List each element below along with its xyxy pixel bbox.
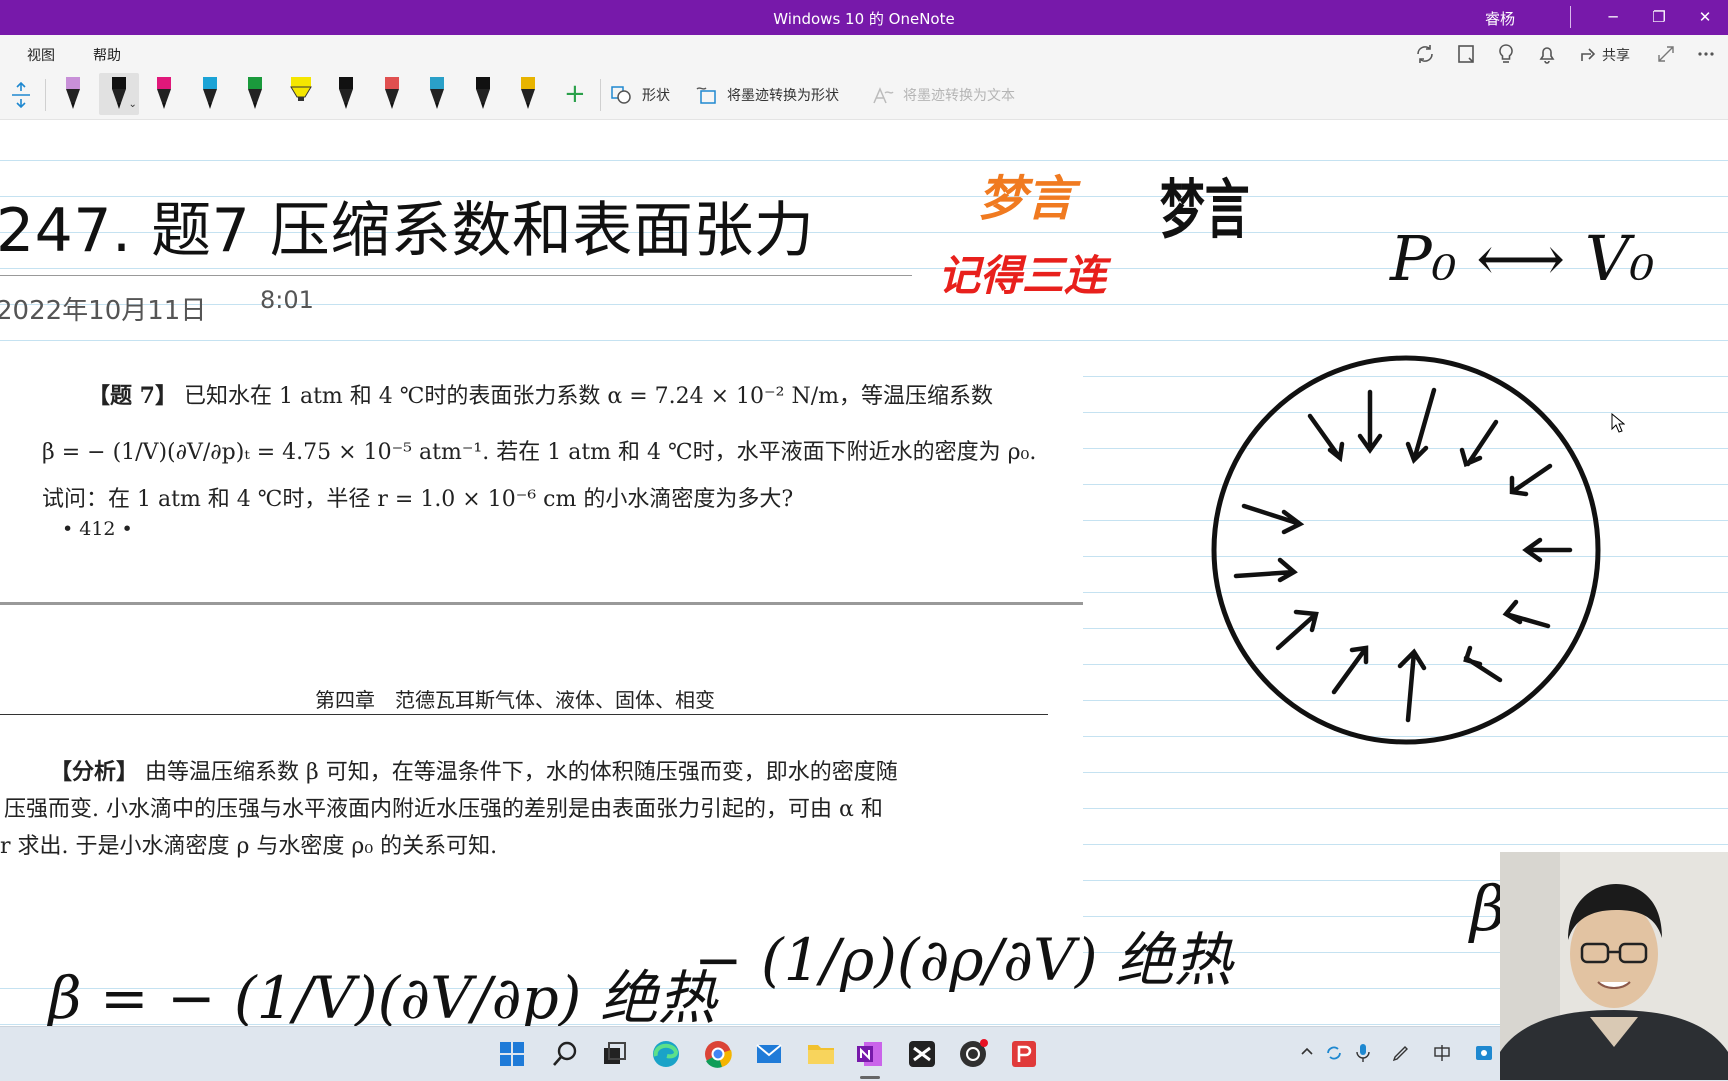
more-options-icon[interactable] [1694,43,1718,65]
toolbar-separator [600,79,601,111]
mouse-cursor [1611,412,1626,437]
toolbar-separator [45,79,46,111]
brand-red-ink: 记得三连 [938,251,1112,300]
ink-to-shape-button[interactable]: 将墨迹转换为形状 [727,85,839,105]
shapes-button[interactable]: 形状 [642,85,670,105]
edge-icon[interactable] [648,1036,684,1072]
file-explorer-icon[interactable] [803,1036,839,1072]
pen-rainbow-2-icon[interactable] [417,73,457,115]
start-icon[interactable] [494,1036,530,1072]
draw-toolbar: ⌄ + 形状 将墨迹转换为形状 将墨迹转换为文本 [0,71,1728,120]
pen-black-2-icon[interactable] [326,73,366,115]
minimize-button[interactable]: ─ [1598,6,1628,28]
wps-pdf-icon[interactable] [1006,1036,1042,1072]
close-button[interactable]: ✕ [1690,6,1720,28]
pen-black-3-icon[interactable] [463,73,503,115]
inward-arrows [1233,387,1573,723]
obs-icon[interactable] [955,1036,991,1072]
menu-help[interactable]: 帮助 [93,45,121,65]
ink-to-text-button[interactable]: 将墨迹转换为文本 [903,85,1015,105]
share-icon[interactable] [1577,43,1601,65]
input-method-icon[interactable] [1432,1043,1452,1067]
active-app-indicator [860,1076,880,1079]
brand-orange-ink: 梦言 [978,171,1081,227]
mail-icon[interactable] [751,1036,787,1072]
microphone-icon[interactable] [1356,1043,1370,1067]
note-page[interactable]: 247. 题7 压缩系数和表面张力 2022年10月11日 8:01 【题 7】… [0,120,1728,1026]
pen-magenta-icon[interactable] [144,73,184,115]
pen-rainbow-1-icon[interactable] [372,73,412,115]
shapes-icon[interactable] [610,85,632,109]
sync-tray-icon[interactable] [1324,1043,1344,1067]
onenote-icon[interactable] [852,1036,888,1079]
title-separator [1570,6,1571,28]
ink-to-text-icon[interactable] [871,85,895,111]
task-view-icon[interactable] [597,1036,633,1072]
chrome-icon[interactable] [700,1036,736,1072]
tray-overflow-icon[interactable] [1300,1043,1314,1062]
pen-cyan-icon[interactable] [190,73,230,115]
ink-to-shape-icon[interactable] [695,85,719,111]
formula-left-ink: β = − (1/V)(∂V/∂p) 绝热 [46,964,719,1026]
notification-icon[interactable] [1474,1043,1494,1067]
share-button[interactable]: 共享 [1602,45,1630,65]
formula-middle-ink: − (1/ρ)(∂ρ/∂V) 绝热 [694,926,1235,994]
capcut-icon[interactable] [904,1036,940,1072]
sync-icon[interactable] [1413,43,1437,65]
menu-bar: 视图 帮助 共享 [0,35,1728,71]
window-title: Windows 10 的 OneNote [773,10,955,28]
pen-purple-icon[interactable] [53,73,93,115]
pen-tray-icon[interactable] [1391,1043,1411,1067]
highlighter-yellow-icon[interactable] [281,73,321,115]
title-bar: Windows 10 的 OneNote 睿杨 ─ ❐ ✕ [0,0,1728,35]
brand-black-ink: 梦言 [1160,174,1250,248]
restore-button[interactable]: ❐ [1644,6,1674,28]
pen-green-icon[interactable] [235,73,275,115]
lightbulb-icon[interactable] [1494,43,1518,65]
user-name[interactable]: 睿杨 [1485,8,1515,29]
search-icon[interactable] [547,1036,583,1072]
taskbar [0,1026,1728,1081]
ink-layer[interactable]: 梦言 记得三连 梦言 P₀ ⟷ V₀ β = − (1/V)(∂V/∂p) 绝热… [0,120,1728,1026]
pen-gold-icon[interactable] [508,73,548,115]
fullscreen-icon[interactable] [1654,43,1678,65]
bell-icon[interactable] [1535,43,1559,65]
page-view-icon[interactable] [1454,43,1478,65]
menu-view[interactable]: 视图 [27,45,55,65]
add-pen-button[interactable]: + [564,81,586,107]
relation-ink: P₀ ⟷ V₀ [1389,222,1655,295]
webcam-overlay [1500,852,1728,1080]
insert-space-icon[interactable] [10,81,32,113]
pen-black-selected-icon[interactable]: ⌄ [98,73,139,115]
